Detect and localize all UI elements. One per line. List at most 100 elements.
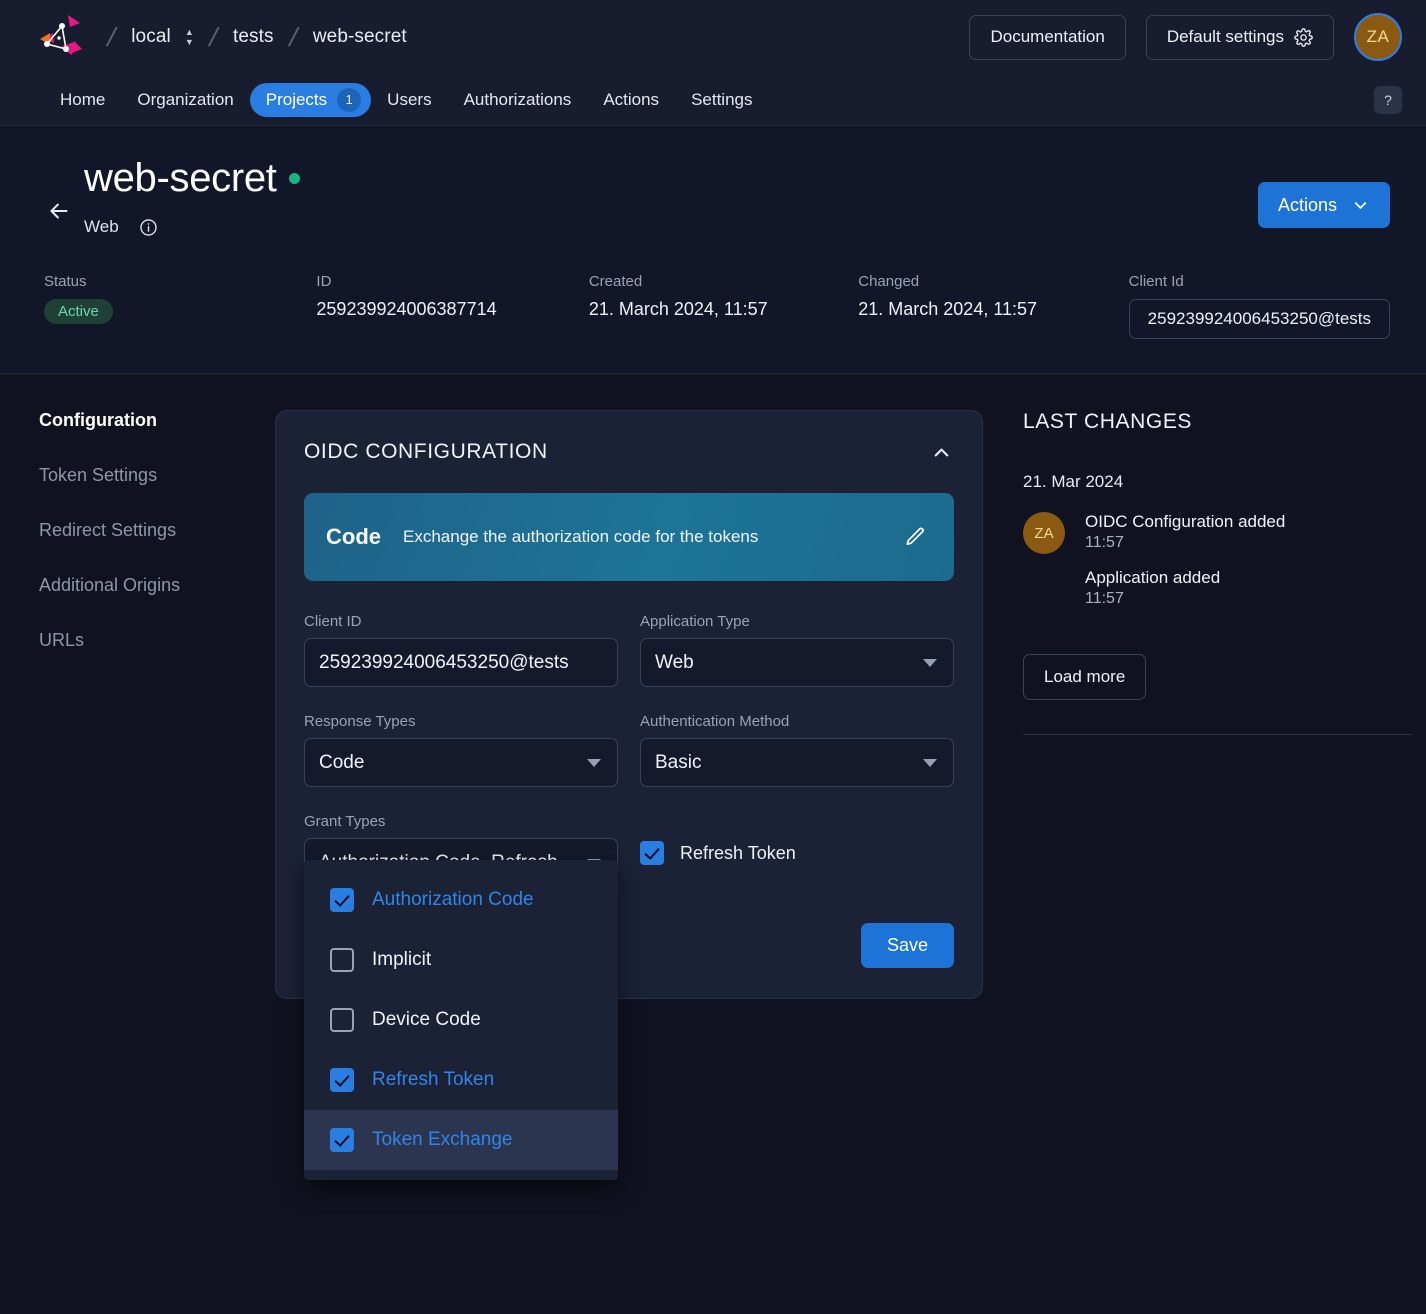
last-changes-title: LAST CHANGES bbox=[1023, 410, 1413, 434]
dropdown-option-implicit[interactable]: Implicit bbox=[304, 930, 618, 990]
meta-created: Created 21. March 2024, 11:57 bbox=[589, 273, 858, 339]
page-title-text: web-secret bbox=[84, 156, 277, 201]
tab-organization[interactable]: Organization bbox=[121, 83, 249, 117]
dropdown-option-device-code[interactable]: Device Code bbox=[304, 990, 618, 1050]
event-time: 11:57 bbox=[1085, 534, 1285, 552]
event-time: 11:57 bbox=[1085, 590, 1285, 608]
tab-users[interactable]: Users bbox=[371, 83, 447, 117]
meta-client-id: Client Id 259239924006453250@tests bbox=[1129, 273, 1390, 339]
card-title: OIDC CONFIGURATION bbox=[304, 440, 548, 464]
gear-icon bbox=[1294, 28, 1313, 47]
dropdown-option-authorization-code[interactable]: Authorization Code bbox=[304, 870, 618, 930]
metadata-row: Status Active ID 259239924006387714 Crea… bbox=[44, 237, 1390, 373]
change-event: OIDC Configuration added 11:57 bbox=[1085, 512, 1285, 552]
tab-authorizations[interactable]: Authorizations bbox=[448, 83, 588, 117]
tab-projects[interactable]: Projects 1 bbox=[250, 83, 371, 117]
app-type-label: Web bbox=[84, 217, 119, 237]
grant-types-row: Grant Types Authorization Code, Refresh … bbox=[304, 813, 954, 887]
documentation-label: Documentation bbox=[990, 27, 1104, 47]
tab-settings[interactable]: Settings bbox=[675, 83, 768, 117]
oidc-configuration-card: OIDC CONFIGURATION Code Exchange the aut… bbox=[275, 410, 983, 999]
chevron-down-icon bbox=[923, 659, 937, 667]
client-id-value[interactable]: 259239924006453250@tests bbox=[1129, 299, 1390, 339]
dropdown-option-refresh-token[interactable]: Refresh Token bbox=[304, 1050, 618, 1110]
events-column: OIDC Configuration added 11:57 Applicati… bbox=[1085, 512, 1285, 608]
dropdown-option-label: Implicit bbox=[372, 949, 431, 971]
collapse-card-button[interactable] bbox=[928, 439, 954, 465]
divider bbox=[1023, 734, 1413, 735]
field-application-type: Application Type Web bbox=[640, 613, 954, 687]
authentication-method-select[interactable]: Basic bbox=[640, 738, 954, 787]
edit-grant-type-button[interactable] bbox=[900, 522, 930, 552]
chevron-up-icon bbox=[930, 441, 953, 464]
actions-button-label: Actions bbox=[1278, 195, 1337, 216]
avatar[interactable]: ZA bbox=[1354, 13, 1402, 61]
change-event: Application added 11:57 bbox=[1085, 568, 1285, 608]
tab-badge-count: 1 bbox=[337, 88, 361, 112]
banner-title: Code bbox=[326, 524, 381, 550]
checkbox-icon[interactable] bbox=[330, 1068, 354, 1092]
field-label: Client ID bbox=[304, 613, 618, 630]
checkbox-icon[interactable] bbox=[330, 948, 354, 972]
checkbox-icon[interactable] bbox=[640, 841, 664, 865]
banner-description: Exchange the authorization code for the … bbox=[403, 527, 900, 547]
client-id-input[interactable]: 259239924006453250@tests bbox=[304, 638, 618, 687]
tab-home[interactable]: Home bbox=[44, 83, 121, 117]
field-label: Grant Types bbox=[304, 813, 618, 830]
zitadel-logo-icon[interactable] bbox=[30, 11, 92, 63]
refresh-token-label: Refresh Token bbox=[680, 843, 796, 864]
checkbox-icon[interactable] bbox=[330, 1128, 354, 1152]
sidebar-item-redirect-settings[interactable]: Redirect Settings bbox=[39, 520, 275, 575]
sidebar-item-configuration[interactable]: Configuration bbox=[39, 410, 275, 465]
application-type-select[interactable]: Web bbox=[640, 638, 954, 687]
status-badge: Active bbox=[44, 299, 113, 324]
field-client-id: Client ID 259239924006453250@tests bbox=[304, 613, 618, 687]
sidebar-item-urls[interactable]: URLs bbox=[39, 630, 275, 685]
breadcrumb-item-tests[interactable]: tests bbox=[233, 26, 274, 48]
documentation-button[interactable]: Documentation bbox=[969, 15, 1125, 60]
breadcrumb-separator: / bbox=[105, 24, 119, 50]
sidebar-item-additional-origins[interactable]: Additional Origins bbox=[39, 575, 275, 630]
subtitle-row: Web bbox=[84, 217, 1258, 237]
checkbox-icon[interactable] bbox=[330, 888, 354, 912]
last-changes-date: 21. Mar 2024 bbox=[1023, 472, 1413, 492]
tab-label: Authorizations bbox=[464, 90, 572, 110]
avatar: ZA bbox=[1023, 512, 1065, 554]
org-switcher-icon[interactable]: ▲▼ bbox=[185, 29, 194, 46]
authentication-method-value: Basic bbox=[655, 752, 701, 774]
meta-value: 259239924006387714 bbox=[316, 299, 588, 320]
page-header-row: web-secret Web Actions bbox=[36, 156, 1390, 237]
breadcrumb-item-web-secret[interactable]: web-secret bbox=[313, 26, 407, 48]
load-more-button[interactable]: Load more bbox=[1023, 654, 1146, 700]
dropdown-option-token-exchange[interactable]: Token Exchange bbox=[304, 1110, 618, 1170]
checkbox-icon[interactable] bbox=[330, 1008, 354, 1032]
info-icon[interactable] bbox=[139, 218, 158, 237]
sidebar-item-token-settings[interactable]: Token Settings bbox=[39, 465, 275, 520]
save-button[interactable]: Save bbox=[861, 923, 954, 968]
default-settings-button[interactable]: Default settings bbox=[1146, 15, 1334, 60]
tab-label: Home bbox=[60, 90, 105, 110]
breadcrumb-item-local[interactable]: local bbox=[131, 26, 171, 48]
settings-side-nav: Configuration Token Settings Redirect Se… bbox=[30, 410, 275, 999]
chevron-down-icon bbox=[923, 759, 937, 767]
tab-actions[interactable]: Actions bbox=[587, 83, 675, 117]
field-label: Authentication Method bbox=[640, 713, 954, 730]
field-response-types: Response Types Code bbox=[304, 713, 618, 787]
help-button[interactable]: ? bbox=[1374, 86, 1402, 114]
top-bar: / local ▲▼ / tests / web-secret Document… bbox=[0, 0, 1426, 74]
page-body: Configuration Token Settings Redirect Se… bbox=[0, 374, 1426, 999]
card-header: OIDC CONFIGURATION bbox=[304, 439, 954, 465]
response-types-value: Code bbox=[319, 752, 364, 774]
refresh-token-checkbox-row[interactable]: Refresh Token bbox=[640, 841, 954, 865]
grant-types-dropdown-panel[interactable]: Authorization Code Implicit Device Code … bbox=[304, 860, 618, 1180]
dropdown-option-label: Token Exchange bbox=[372, 1129, 513, 1151]
response-types-select[interactable]: Code bbox=[304, 738, 618, 787]
dropdown-option-label: Authorization Code bbox=[372, 889, 534, 911]
dropdown-option-label: Device Code bbox=[372, 1009, 481, 1031]
actions-button[interactable]: Actions bbox=[1258, 182, 1390, 228]
application-type-value: Web bbox=[655, 652, 694, 674]
meta-value: 21. March 2024, 11:57 bbox=[858, 299, 1128, 320]
grant-type-banner: Code Exchange the authorization code for… bbox=[304, 493, 954, 581]
back-button[interactable] bbox=[36, 188, 82, 234]
pencil-icon bbox=[903, 525, 927, 549]
